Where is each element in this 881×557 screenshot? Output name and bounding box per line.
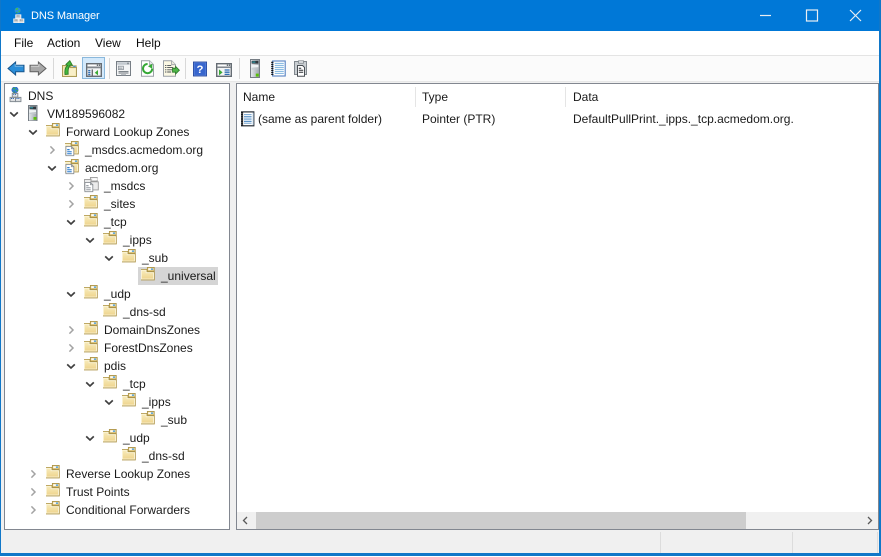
svg-text:?: ? xyxy=(197,64,204,76)
